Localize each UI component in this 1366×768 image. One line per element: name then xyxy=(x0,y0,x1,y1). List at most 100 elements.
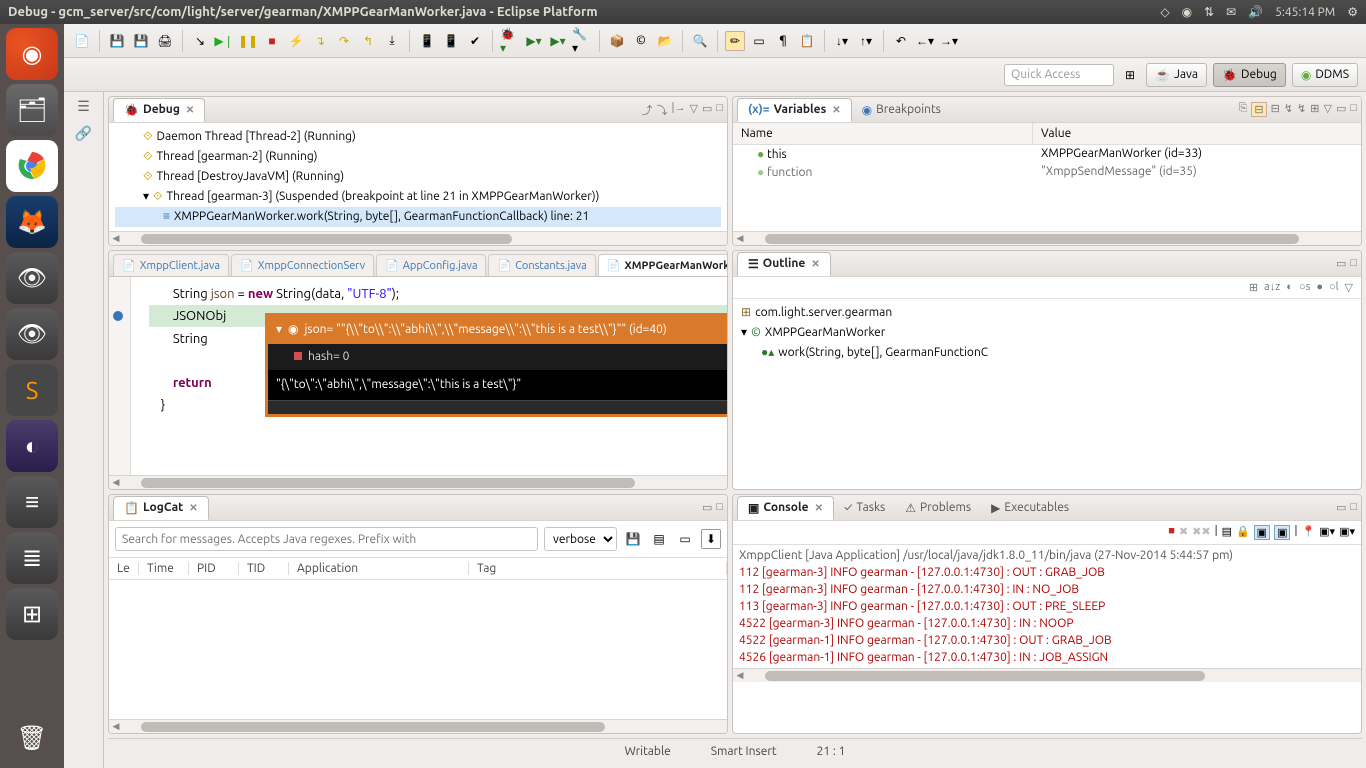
open-console-icon[interactable]: ▣▾ xyxy=(1339,525,1355,540)
logcat-level-select[interactable]: verbose xyxy=(544,527,617,551)
tasks-tab[interactable]: ✓Tasks xyxy=(834,496,895,520)
launcher-firefox[interactable]: 🦊 xyxy=(6,196,58,248)
breakpoints-tab[interactable]: ◉ Breakpoints xyxy=(852,98,951,122)
close-icon[interactable]: ✕ xyxy=(832,104,840,116)
sort-icon[interactable]: ⊞ xyxy=(1249,281,1258,294)
console-output[interactable]: XmppClient [Java Application] /usr/local… xyxy=(733,545,1361,668)
debug-tool-icon-3[interactable]: |→ xyxy=(672,102,686,118)
step-over-icon[interactable]: ↷ xyxy=(334,31,354,51)
launcher-app-1[interactable]: 👁 xyxy=(6,252,58,304)
view-menu-icon[interactable]: ▽ xyxy=(689,102,697,118)
minimize-icon[interactable]: ▭ xyxy=(702,501,712,514)
close-icon[interactable]: ✕ xyxy=(811,258,819,270)
variables-rows[interactable]: ● this XMPPGearManWorker (id=33) ● funct… xyxy=(733,145,1361,181)
run-last-icon[interactable]: ▶▾ xyxy=(548,31,568,51)
show-stderr-icon[interactable]: ▣ xyxy=(1274,525,1290,540)
minimize-icon[interactable]: ▭ xyxy=(1336,501,1346,514)
outline-tree[interactable]: ⊞com.light.server.gearman ▾©XMPPGearManW… xyxy=(733,299,1361,367)
chrome-indicator-icon[interactable]: ◉ xyxy=(1182,5,1192,19)
expand-icon[interactable]: ▾ xyxy=(741,323,747,343)
quick-access-input[interactable]: Quick Access xyxy=(1004,64,1114,86)
close-icon[interactable]: ✕ xyxy=(815,502,823,514)
scrollbar-horizontal[interactable]: ◀ xyxy=(109,475,727,489)
expand-icon[interactable]: ▾ xyxy=(276,319,282,341)
launcher-files[interactable]: 🗂 xyxy=(6,84,58,136)
launcher-dash[interactable]: ◉ xyxy=(6,28,58,80)
expand-icon[interactable]: ▾ xyxy=(143,187,149,207)
scrollbar-horizontal[interactable]: ◀ xyxy=(733,668,1361,682)
android-sdk-icon[interactable]: 📱 xyxy=(417,31,437,51)
debug-tool-icon-2[interactable]: ⤵ xyxy=(657,102,668,118)
clock[interactable]: 5:45:14 PM xyxy=(1275,6,1335,19)
drop-frame-icon[interactable]: ⤓ xyxy=(382,31,402,51)
editor-tab[interactable]: 📄AppConfig.java xyxy=(376,254,486,276)
logcat-search-input[interactable] xyxy=(115,527,538,551)
resume-icon[interactable]: ▶❘ xyxy=(214,31,234,51)
clear-log-icon[interactable]: ▤ xyxy=(649,529,669,549)
terminate-icon[interactable]: ■ xyxy=(1168,525,1175,540)
hide-fields-icon[interactable]: ◐ xyxy=(1286,281,1293,294)
problems-tab[interactable]: ⚠Problems xyxy=(895,496,981,520)
variable-row[interactable]: ● function "XmppSendMessage" (id=35) xyxy=(733,163,1361,181)
editor-tab[interactable]: 📄XmppConnectionServ xyxy=(231,254,374,276)
editor-tab-active[interactable]: 📄XMPPGearManWorker.j✕ xyxy=(598,254,727,276)
launcher-app-2[interactable]: 👁 xyxy=(6,308,58,360)
pin-console-icon[interactable]: 📍 xyxy=(1301,525,1315,540)
editor-tab[interactable]: 📄XmppClient.java xyxy=(113,254,229,276)
gear-icon[interactable]: ⚙ xyxy=(1347,5,1358,19)
maximize-icon[interactable]: □ xyxy=(1350,102,1357,117)
new-icon[interactable]: 📄 xyxy=(72,31,92,51)
search-icon[interactable]: 🔍 xyxy=(690,31,710,51)
variables-tab[interactable]: (x)= Variables ✕ xyxy=(737,98,852,122)
minimize-icon[interactable]: ▭ xyxy=(1336,257,1346,270)
suspend-icon[interactable]: ❚❚ xyxy=(238,31,258,51)
display-selected-icon[interactable]: ▣▾ xyxy=(1319,525,1335,540)
sort-az-icon[interactable]: a↓z xyxy=(1264,281,1280,294)
back-icon[interactable]: ←▾ xyxy=(915,31,935,51)
launcher-app-4[interactable]: ≣ xyxy=(6,532,58,584)
minimized-view-icon[interactable]: ☰ xyxy=(77,98,90,115)
perspective-debug[interactable]: 🐞Debug xyxy=(1213,63,1286,87)
debug-hover-tooltip[interactable]: ▾◉json= ""{\\"to\\":\\"abhi\\",\\"messag… xyxy=(265,313,727,417)
terminate-icon[interactable]: ■ xyxy=(262,31,282,51)
hover-scrollbar[interactable] xyxy=(268,400,727,414)
show-logical-icon[interactable]: ⊟ xyxy=(1251,102,1266,117)
scroll-lock-icon[interactable]: ⬇ xyxy=(701,529,721,549)
last-edit-icon[interactable]: ↶ xyxy=(891,31,911,51)
dropbox-icon[interactable]: ◇ xyxy=(1160,5,1169,19)
breakpoint-marker-icon[interactable] xyxy=(113,311,123,321)
col-tid[interactable]: TID xyxy=(239,562,289,575)
next-annotation-icon[interactable]: ↓▾ xyxy=(832,31,852,51)
clear-console-icon[interactable]: ▤ xyxy=(1222,525,1232,540)
run-icon[interactable]: ▶▾ xyxy=(524,31,544,51)
debug-tool-icon[interactable]: ⤴ xyxy=(642,102,653,118)
launcher-eclipse[interactable]: ◐ xyxy=(6,420,58,472)
logcat-tab[interactable]: 📋 LogCat ✕ xyxy=(113,496,209,520)
hide-local-icon[interactable]: ○l xyxy=(1329,281,1339,294)
disconnect-icon[interactable]: ⚡ xyxy=(286,31,306,51)
network-icon[interactable]: ⇅ xyxy=(1204,5,1214,19)
tool-icon-2[interactable]: ↯ xyxy=(1297,102,1306,117)
launcher-trash[interactable]: 🗑 xyxy=(6,712,58,764)
step-into-icon[interactable]: ↴ xyxy=(310,31,330,51)
col-pid[interactable]: PID xyxy=(189,562,239,575)
maximize-icon[interactable]: □ xyxy=(1350,257,1357,270)
close-icon[interactable]: ✕ xyxy=(186,104,194,116)
view-menu-icon[interactable]: ▽ xyxy=(1345,281,1353,294)
col-level[interactable]: Le xyxy=(109,562,139,575)
remove-launch-icon[interactable]: ✖ xyxy=(1179,525,1188,540)
variable-row[interactable]: ● this XMPPGearManWorker (id=33) xyxy=(733,145,1361,163)
show-type-icon[interactable]: ⎘ xyxy=(1239,102,1248,117)
show-console-icon[interactable]: ▣ xyxy=(1254,525,1270,540)
col-app[interactable]: Application xyxy=(289,562,469,575)
remove-all-icon[interactable]: ✖✖ xyxy=(1192,525,1210,540)
editor-tab[interactable]: 📄Constants.java xyxy=(488,254,595,276)
open-perspective-icon[interactable]: ⊞ xyxy=(1120,65,1140,85)
tool-icon-3[interactable]: ⊞ xyxy=(1310,102,1319,117)
maximize-icon[interactable]: □ xyxy=(1350,501,1357,514)
col-name[interactable]: Name xyxy=(733,123,1033,144)
hide-static-icon[interactable]: ○s xyxy=(1299,281,1310,294)
skip-breakpoints-icon[interactable]: ↘ xyxy=(190,31,210,51)
avd-icon[interactable]: 📱 xyxy=(441,31,461,51)
debug-tab[interactable]: 🐞 Debug ✕ xyxy=(113,98,205,122)
